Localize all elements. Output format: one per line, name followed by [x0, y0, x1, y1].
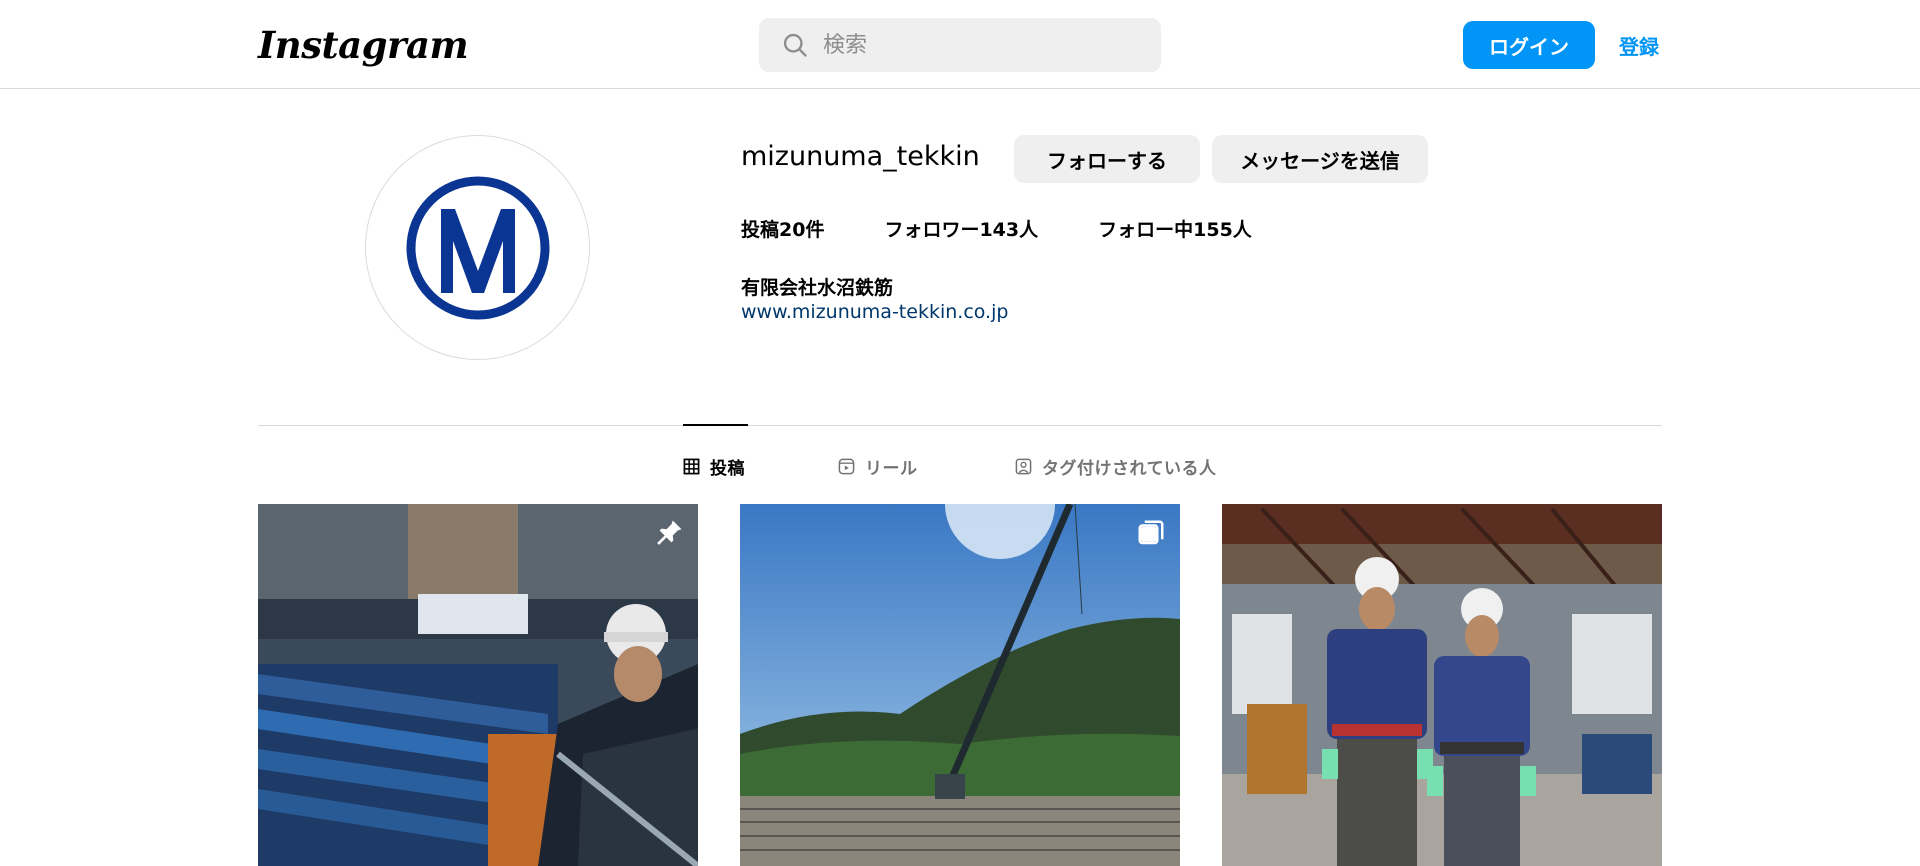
post-thumbnail-3[interactable] — [1222, 504, 1662, 866]
profile-stats: 投稿20件 フォロワー143人 フォロー中155人 — [741, 215, 1312, 242]
tagged-icon — [1015, 458, 1032, 475]
post-image-two-workers — [1222, 504, 1662, 866]
signup-link[interactable]: 登録 — [1619, 31, 1659, 60]
search-box[interactable] — [759, 18, 1161, 72]
send-message-button[interactable]: メッセージを送信 — [1212, 135, 1428, 183]
followers-count[interactable]: フォロワー143人 — [884, 215, 1038, 242]
grid-icon — [683, 458, 700, 475]
top-nav-bar: Instagram ログイン 登録 — [0, 0, 1920, 89]
login-button[interactable]: ログイン — [1463, 21, 1595, 69]
search-input[interactable] — [823, 32, 1143, 58]
pin-icon — [657, 520, 682, 545]
tab-reels[interactable]: リール — [838, 454, 918, 479]
profile-website-link[interactable]: www.mizunuma-tekkin.co.jp — [741, 301, 1008, 323]
carousel-icon — [1138, 520, 1164, 545]
tab-tagged[interactable]: タグ付けされている人 — [1015, 454, 1217, 479]
profile-username: mizunuma_tekkin — [741, 141, 980, 172]
post-thumbnail-1[interactable] — [258, 504, 698, 866]
instagram-logo[interactable]: Instagram — [258, 20, 469, 70]
following-count[interactable]: フォロー中155人 — [1098, 215, 1252, 242]
tabs-divider — [258, 425, 1662, 426]
posts-count: 投稿20件 — [741, 219, 825, 241]
company-logo-icon — [406, 176, 549, 319]
tab-tagged-label: タグ付けされている人 — [1042, 459, 1217, 479]
post-image-worker-rebar — [258, 504, 698, 866]
profile-full-name: 有限会社水沼鉄筋 — [741, 277, 894, 299]
post-thumbnail-2[interactable] — [740, 504, 1180, 866]
follow-button[interactable]: フォローする — [1014, 135, 1200, 183]
post-image-crane-site — [740, 504, 1180, 866]
tab-posts-label: 投稿 — [710, 459, 745, 479]
tab-reels-label: リール — [865, 459, 918, 479]
profile-avatar[interactable] — [365, 135, 590, 360]
tab-posts[interactable]: 投稿 — [683, 454, 745, 479]
active-tab-indicator — [683, 424, 748, 426]
reels-icon — [838, 458, 855, 475]
search-icon — [783, 33, 807, 57]
